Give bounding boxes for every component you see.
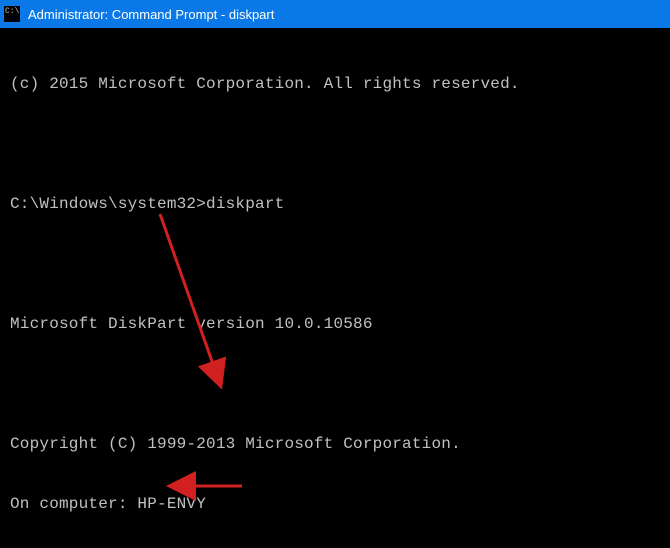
window-title: Administrator: Command Prompt - diskpart (28, 7, 274, 22)
copyright-line: (c) 2015 Microsoft Corporation. All righ… (10, 74, 660, 94)
version-line: Microsoft DiskPart version 10.0.10586 (10, 314, 660, 334)
blank (10, 134, 660, 154)
blank (10, 254, 660, 274)
prompt-line-1: C:\Windows\system32>diskpart (10, 194, 660, 214)
system32-prompt: C:\Windows\system32> (10, 195, 206, 213)
blank (10, 374, 660, 394)
copyright2-line: Copyright (C) 1999-2013 Microsoft Corpor… (10, 434, 660, 454)
titlebar[interactable]: Administrator: Command Prompt - diskpart (0, 0, 670, 28)
command-prompt-window: Administrator: Command Prompt - diskpart… (0, 0, 670, 548)
cmd-icon (4, 6, 20, 22)
terminal-area[interactable]: (c) 2015 Microsoft Corporation. All righ… (0, 28, 670, 548)
cmd-diskpart: diskpart (206, 195, 284, 213)
computer-line: On computer: HP-ENVY (10, 494, 660, 514)
